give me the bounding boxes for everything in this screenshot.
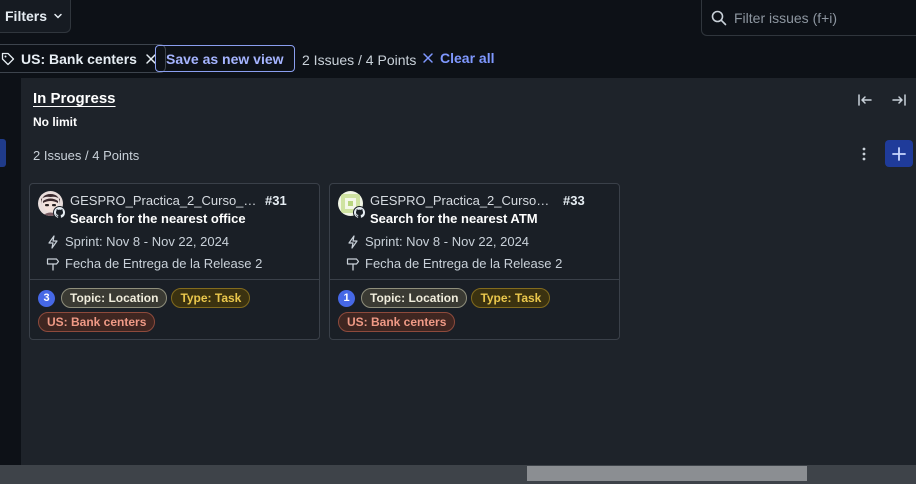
card-sprint-text: Sprint: Nov 8 - Nov 22, 2024 — [365, 234, 530, 249]
kebab-icon[interactable] — [856, 145, 872, 163]
search-icon — [710, 9, 728, 27]
board: In Progress No limit 2 Issues / 4 Points — [0, 78, 916, 465]
save-as-new-view-button[interactable]: Save as new view — [155, 45, 295, 72]
label-topic[interactable]: Topic: Location — [361, 288, 468, 308]
label-type[interactable]: Type: Task — [471, 288, 551, 308]
issue-card[interactable]: GESPRO_Practica_2_Curso_202... #31 Searc… — [29, 183, 320, 340]
card-sprint-text: Sprint: Nov 8 - Nov 22, 2024 — [65, 234, 230, 249]
points-badge: 3 — [38, 289, 55, 307]
filter-count-text: 2 Issues / 4 Points — [302, 52, 417, 68]
label-us[interactable]: US: Bank centers — [338, 312, 456, 332]
card-divider — [30, 279, 319, 280]
column-title[interactable]: In Progress — [33, 90, 116, 107]
collapse-left-icon[interactable] — [857, 92, 873, 108]
card-repo[interactable]: GESPRO_Practica_2_Curso_20... — [370, 193, 554, 208]
card-milestone-text: Fecha de Entrega de la Release 2 — [65, 256, 263, 271]
horizontal-scrollbar[interactable] — [0, 465, 916, 484]
chevron-down-icon — [53, 11, 63, 21]
clear-all-label: Clear all — [440, 50, 495, 66]
column-limit: No limit — [33, 115, 77, 129]
lightning-icon — [46, 234, 60, 249]
card-divider — [330, 279, 619, 280]
card-labels: 3 Topic: Location Type: Task US: Bank ce… — [38, 288, 308, 332]
card-title[interactable]: Search for the nearest office — [70, 211, 246, 226]
card-number: #31 — [265, 193, 287, 208]
active-filter-label: US: Bank centers — [21, 50, 137, 67]
github-icon — [353, 206, 366, 219]
collapse-right-icon[interactable] — [891, 92, 907, 108]
issue-card[interactable]: GESPRO_Practica_2_Curso_20... #33 Search… — [329, 183, 620, 340]
milestone-icon — [46, 257, 60, 271]
filters-button[interactable]: Filters — [0, 0, 71, 33]
card-milestone: Fecha de Entrega de la Release 2 — [346, 256, 562, 271]
card-sprint: Sprint: Nov 8 - Nov 22, 2024 — [346, 234, 529, 249]
milestone-icon — [346, 257, 360, 271]
card-labels: 1 Topic: Location Type: Task US: Bank ce… — [338, 288, 608, 332]
label-us[interactable]: US: Bank centers — [38, 312, 156, 332]
lightning-icon — [346, 234, 360, 249]
scrollbar-thumb[interactable] — [527, 466, 807, 481]
card-sprint: Sprint: Nov 8 - Nov 22, 2024 — [46, 234, 229, 249]
card-title[interactable]: Search for the nearest ATM — [370, 211, 538, 226]
search-input[interactable] — [734, 9, 914, 26]
tag-icon — [1, 52, 15, 66]
previous-column-rail — [0, 78, 21, 465]
column-count: 2 Issues / 4 Points — [33, 148, 140, 163]
add-item-button[interactable] — [885, 140, 913, 167]
plus-icon — [892, 146, 906, 161]
card-milestone: Fecha de Entrega de la Release 2 — [46, 256, 262, 271]
search-box[interactable] — [701, 0, 916, 36]
column-in-progress: In Progress No limit 2 Issues / 4 Points — [21, 78, 916, 465]
label-topic[interactable]: Topic: Location — [61, 288, 168, 308]
active-filter-chip[interactable]: US: Bank centers — [0, 44, 166, 73]
card-repo[interactable]: GESPRO_Practica_2_Curso_202... — [70, 193, 260, 208]
github-icon — [53, 206, 66, 219]
card-number: #33 — [563, 193, 585, 208]
card-milestone-text: Fecha de Entrega de la Release 2 — [365, 256, 563, 271]
label-type[interactable]: Type: Task — [171, 288, 251, 308]
filters-label: Filters — [5, 8, 48, 24]
close-icon — [422, 52, 434, 64]
points-badge: 1 — [338, 289, 355, 307]
project-board-view: Filters US: Bank centers Save as new vie… — [0, 0, 916, 484]
clear-all-button[interactable]: Clear all — [422, 50, 494, 66]
previous-column-add-button[interactable] — [0, 139, 6, 167]
